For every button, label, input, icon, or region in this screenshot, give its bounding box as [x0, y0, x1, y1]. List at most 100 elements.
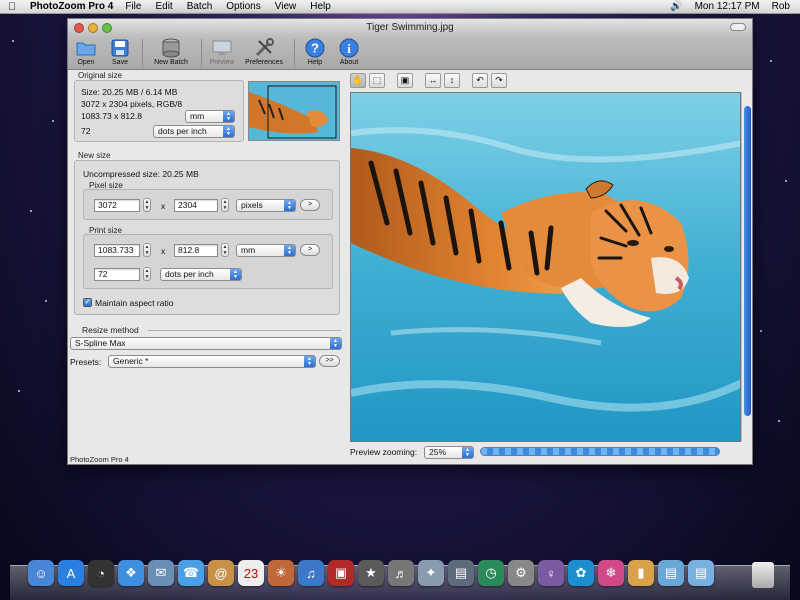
pixel-unit-select[interactable]: pixels ▲ ▼ — [236, 199, 296, 212]
original-resolution: 72 — [81, 126, 91, 136]
original-size-group: Size: 20.25 MB / 6.14 MB 3072 x 2304 pix… — [74, 80, 244, 142]
scroll-thumb[interactable] — [744, 106, 751, 416]
volume-icon[interactable]: 🔊 — [670, 1, 682, 12]
applications-folder-icon[interactable]: ▤ — [688, 560, 714, 586]
original-pixel-dimensions: 3072 x 2304 pixels, RGB/8 — [81, 99, 183, 109]
crop-icon[interactable]: ▣ — [397, 73, 413, 88]
image-preview[interactable] — [350, 92, 741, 442]
photo-booth-icon[interactable]: ▣ — [328, 560, 354, 586]
original-resolution-unit-select[interactable]: dots per inch ▲ ▼ — [153, 125, 235, 138]
pixel-height-stepper[interactable]: ▲ ▼ — [221, 198, 229, 212]
app-store-icon[interactable]: A — [58, 560, 84, 586]
preferences-button[interactable]: Preferences — [242, 37, 286, 66]
uncompressed-size: Uncompressed size: 20.25 MB — [83, 169, 199, 179]
menu-bar:  PhotoZoom Pro 4 File Edit Batch Option… — [0, 0, 800, 14]
menu-help[interactable]: Help — [310, 1, 331, 12]
print-width-input[interactable]: 1083.733 — [94, 244, 140, 257]
ichat-icon[interactable]: ☎ — [178, 560, 204, 586]
print-height-input[interactable]: 812.8 — [174, 244, 218, 257]
resolution-stepper[interactable]: ▲ ▼ — [143, 267, 151, 281]
ical-icon[interactable]: 23 — [238, 560, 264, 586]
original-unit-select[interactable]: mm ▲ ▼ — [185, 110, 235, 123]
horizontal-scrollbar[interactable] — [480, 447, 720, 456]
pixel-width-stepper[interactable]: ▲ ▼ — [143, 198, 151, 212]
safari-icon[interactable]: ❖ — [118, 560, 144, 586]
garageband-icon[interactable]: ♬ — [388, 560, 414, 586]
address-book-icon[interactable]: @ — [208, 560, 234, 586]
crop-select-icon[interactable]: ⬚ — [369, 73, 385, 88]
flip-vertical-icon[interactable]: ↕ — [444, 73, 460, 88]
maintain-aspect-checkbox[interactable]: ✓ — [83, 298, 92, 307]
monitor-icon — [211, 38, 233, 58]
preview-vertical-scrollbar[interactable] — [741, 92, 752, 442]
presets-menu-button[interactable]: >> — [319, 355, 340, 367]
select-arrows-icon: ▲ ▼ — [304, 356, 315, 367]
itunes-icon[interactable]: ♫ — [298, 560, 324, 586]
navigator-thumbnail[interactable] — [248, 81, 340, 141]
settings-panel: Original size Size: 20.25 MB / 6.14 MB 3… — [68, 71, 348, 451]
pixel-size-presets-button[interactable]: > — [300, 199, 320, 211]
tools-icon — [253, 38, 275, 58]
tiger-photo — [351, 93, 740, 441]
documents-folder-icon[interactable]: ▤ — [658, 560, 684, 586]
pixel-width-input[interactable]: 3072 — [94, 199, 140, 212]
zoom-level-select[interactable]: 25% ▲ ▼ — [424, 446, 474, 459]
toolbar-separator — [201, 39, 202, 67]
preview-app-icon[interactable]: ▤ — [448, 560, 474, 586]
trash-icon[interactable] — [752, 562, 774, 588]
menubar-clock[interactable]: Mon 12:17 PM — [695, 1, 760, 12]
hand-tool-icon[interactable]: ✋ — [350, 73, 366, 88]
system-preferences-icon[interactable]: ⚙ — [508, 560, 534, 586]
maintain-aspect-label[interactable]: Maintain aspect ratio — [95, 298, 173, 308]
twitter-icon[interactable]: ✿ — [568, 560, 594, 586]
question-mark-icon: ? — [304, 38, 326, 58]
select-arrows-icon: ▲ ▼ — [284, 245, 295, 256]
new-batch-button[interactable]: New Batch — [149, 37, 193, 66]
menubar-user[interactable]: Rob — [772, 1, 790, 12]
rotate-left-icon[interactable]: ↶ — [472, 73, 488, 88]
close-window-button[interactable] — [74, 23, 84, 33]
resize-method-select[interactable]: S-Spline Max ▲ ▼ — [70, 337, 342, 350]
open-button[interactable]: Open — [72, 37, 100, 66]
app-menu[interactable]: PhotoZoom Pro 4 — [30, 1, 113, 12]
mail-icon[interactable]: ✉ — [148, 560, 174, 586]
colorful-app-icon[interactable]: ❄ — [598, 560, 624, 586]
photozoom-icon[interactable]: ✦ — [418, 560, 444, 586]
preview-button[interactable]: Preview — [208, 37, 236, 66]
presets-select[interactable]: Generic * ▲ ▼ — [108, 355, 316, 368]
utility-app-icon[interactable]: ♀ — [538, 560, 564, 586]
print-size-presets-button[interactable]: > — [300, 244, 320, 256]
resolution-unit-select[interactable]: dots per inch ▲ ▼ — [160, 268, 242, 281]
minimize-window-button[interactable] — [88, 23, 98, 33]
window-titlebar[interactable]: Tiger Swimming.jpg — [68, 19, 752, 37]
floppy-disk-icon — [109, 38, 131, 58]
downloads-stack-icon[interactable]: ▮ — [628, 560, 654, 586]
rotate-right-icon[interactable]: ↷ — [491, 73, 507, 88]
toolbar-toggle-button[interactable] — [730, 23, 746, 31]
menu-edit[interactable]: Edit — [155, 1, 172, 12]
finder-icon[interactable]: ☺ — [28, 560, 54, 586]
zoom-window-button[interactable] — [102, 23, 112, 33]
pixel-height-input[interactable]: 2304 — [174, 199, 218, 212]
help-button[interactable]: ? Help — [301, 37, 329, 66]
resolution-input[interactable]: 72 — [94, 268, 140, 281]
menu-options[interactable]: Options — [226, 1, 260, 12]
imovie-icon[interactable]: ★ — [358, 560, 384, 586]
save-button[interactable]: Save — [106, 37, 134, 66]
menu-view[interactable]: View — [275, 1, 297, 12]
time-machine-icon[interactable]: ◷ — [478, 560, 504, 586]
print-size-group: 1083.733 ▲ ▼ x 812.8 ▲ ▼ mm ▲ ▼ > 72 ▲ ▼ dot… — [83, 234, 333, 289]
presets-label: Presets: — [70, 357, 102, 367]
dashboard-icon[interactable]: ◔ — [88, 560, 114, 586]
print-width-stepper[interactable]: ▲ ▼ — [143, 243, 151, 257]
menu-file[interactable]: File — [125, 1, 141, 12]
flip-horizontal-icon[interactable]: ↔ — [425, 73, 441, 88]
main-toolbar: Open Save New Batch Preview Preferences … — [68, 37, 752, 70]
print-height-stepper[interactable]: ▲ ▼ — [221, 243, 229, 257]
about-button[interactable]: i About — [335, 37, 363, 66]
apple-menu-icon[interactable]:  — [0, 1, 24, 13]
iphoto-icon[interactable]: ☀ — [268, 560, 294, 586]
menu-batch[interactable]: Batch — [187, 1, 213, 12]
print-unit-select[interactable]: mm ▲ ▼ — [236, 244, 296, 257]
toolbar-separator — [294, 39, 295, 67]
